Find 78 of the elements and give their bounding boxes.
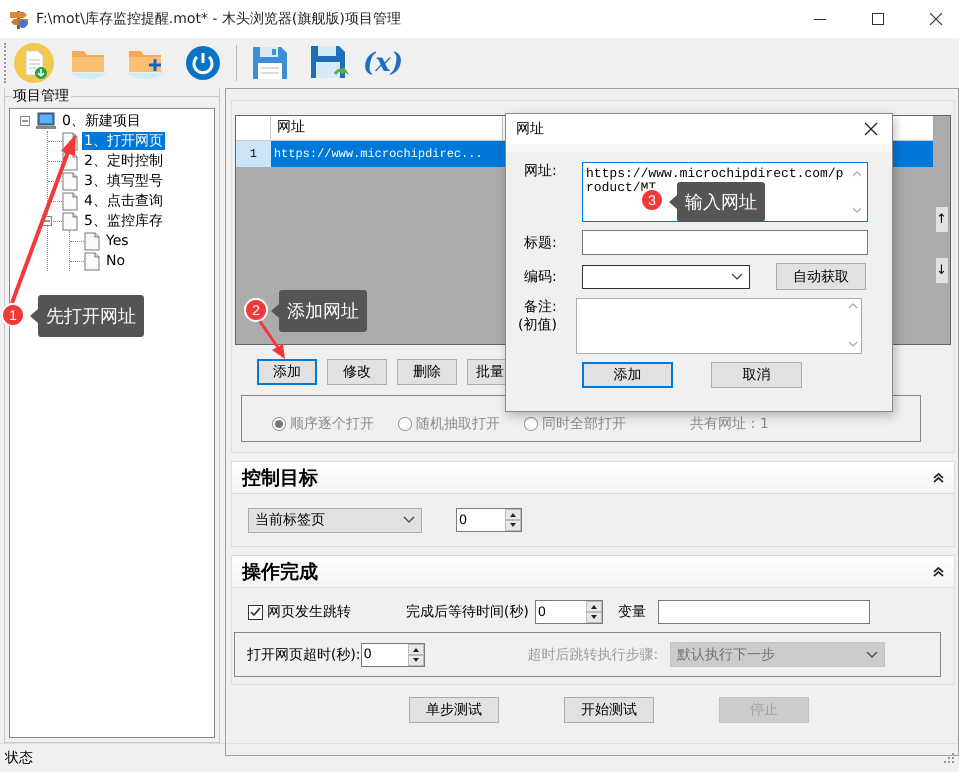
section-title: 操作完成 bbox=[242, 560, 318, 584]
tree-item[interactable]: 4、点击查询 bbox=[82, 192, 165, 210]
move-button[interactable]: ↓ bbox=[934, 257, 948, 284]
test-button[interactable]: 开始测试 bbox=[564, 697, 654, 723]
field-label: (初值) bbox=[518, 316, 558, 334]
action-button[interactable]: 添加 bbox=[256, 359, 317, 385]
document-icon bbox=[62, 172, 78, 190]
power-icon[interactable] bbox=[183, 43, 223, 83]
spin-arrows-icon[interactable] bbox=[586, 601, 602, 623]
number-field[interactable]: 0 bbox=[534, 600, 603, 624]
document-icon bbox=[62, 192, 78, 210]
tree-item[interactable]: No bbox=[104, 252, 128, 270]
tree-item[interactable]: 2、定时控制 bbox=[82, 152, 165, 170]
chevron-down-icon[interactable] bbox=[402, 516, 415, 524]
row-number: 1 bbox=[236, 141, 271, 167]
field-label: 编码: bbox=[524, 268, 558, 286]
field-label: 网址: bbox=[524, 162, 558, 181]
field-label: 打开网页超时(秒): bbox=[246, 646, 360, 664]
number-field[interactable]: 0 bbox=[456, 508, 522, 532]
new-file-icon[interactable] bbox=[14, 43, 54, 83]
dialog-title: 网址 bbox=[516, 120, 544, 138]
dropdown[interactable] bbox=[582, 264, 750, 288]
radio-label: 顺序逐个打开 bbox=[290, 414, 374, 432]
checkbox[interactable] bbox=[248, 604, 263, 620]
resize-grip-icon[interactable] bbox=[943, 752, 955, 764]
app-icon bbox=[8, 8, 30, 30]
count-label: 共有网址：1 bbox=[690, 414, 769, 432]
tree-item[interactable]: 3、填写型号 bbox=[82, 172, 165, 190]
radio-label: 同时全部打开 bbox=[542, 414, 626, 432]
note-field[interactable] bbox=[576, 298, 862, 354]
close-icon[interactable] bbox=[929, 12, 943, 26]
tree-item[interactable]: 5、监控库存 bbox=[82, 212, 165, 230]
maximize-icon[interactable] bbox=[871, 12, 885, 26]
move-button[interactable]: ↑ bbox=[934, 206, 948, 233]
input-field[interactable] bbox=[582, 230, 868, 255]
checkbox-label: 网页发生跳转 bbox=[266, 603, 351, 621]
callout-tooltip: 添加网址 bbox=[271, 290, 367, 332]
chevron-down-icon[interactable] bbox=[731, 272, 743, 280]
field-label: 完成后等待时间(秒) bbox=[406, 603, 529, 621]
status-text: 状态 bbox=[5, 749, 33, 767]
callout-tooltip: 输入网址 bbox=[669, 182, 765, 222]
field-label: 备注: bbox=[524, 298, 558, 316]
step-badge: 1 bbox=[1, 303, 25, 327]
dialog-button[interactable]: 取消 bbox=[711, 362, 802, 388]
group-title: 项目管理 bbox=[11, 88, 71, 104]
dialog-button[interactable]: 添加 bbox=[582, 362, 673, 388]
collapse-icon[interactable] bbox=[20, 116, 30, 126]
action-button[interactable]: 修改 bbox=[326, 359, 387, 385]
section-title: 控制目标 bbox=[242, 466, 318, 490]
action-button[interactable]: 删除 bbox=[396, 359, 457, 385]
spin-arrows-icon[interactable] bbox=[408, 644, 424, 666]
document-icon bbox=[84, 232, 100, 250]
document-icon bbox=[62, 212, 78, 230]
save-icon[interactable] bbox=[251, 45, 289, 81]
tree-item[interactable]: Yes bbox=[104, 232, 131, 250]
auto-detect-button[interactable]: 自动获取 bbox=[776, 263, 866, 290]
collapse-icon[interactable] bbox=[933, 472, 944, 482]
computer-icon bbox=[36, 112, 56, 130]
column-header: 网址 bbox=[270, 116, 503, 140]
window-title: F:\mot\库存监控提醒.mot* - 木头浏览器(旗舰版)项目管理 bbox=[36, 10, 402, 28]
test-button[interactable]: 单步测试 bbox=[408, 697, 499, 723]
field-label: 标题: bbox=[524, 234, 558, 252]
spin-arrows-icon[interactable] bbox=[504, 509, 521, 531]
number-field[interactable]: 0 bbox=[360, 642, 424, 666]
table-cell-text: https://www.microchipdirec... bbox=[272, 146, 484, 163]
variables-button[interactable]: (x) bbox=[363, 48, 404, 78]
callout-tooltip: 先打开网址 bbox=[30, 295, 144, 337]
radio-label: 随机抽取打开 bbox=[416, 414, 500, 432]
collapse-icon[interactable] bbox=[933, 566, 944, 576]
document-icon bbox=[84, 252, 100, 270]
input-field[interactable] bbox=[658, 600, 870, 624]
close-icon[interactable] bbox=[864, 122, 878, 136]
field-label: 超时后跳转执行步骤: bbox=[528, 646, 658, 664]
dropdown[interactable]: 当前标签页 bbox=[248, 508, 422, 532]
field-label: 变量 bbox=[618, 603, 646, 621]
tree-item[interactable]: 0、新建项目 bbox=[60, 112, 143, 130]
tree-item[interactable]: 1、打开网页 bbox=[82, 132, 165, 150]
pointer-arrow bbox=[258, 319, 285, 359]
